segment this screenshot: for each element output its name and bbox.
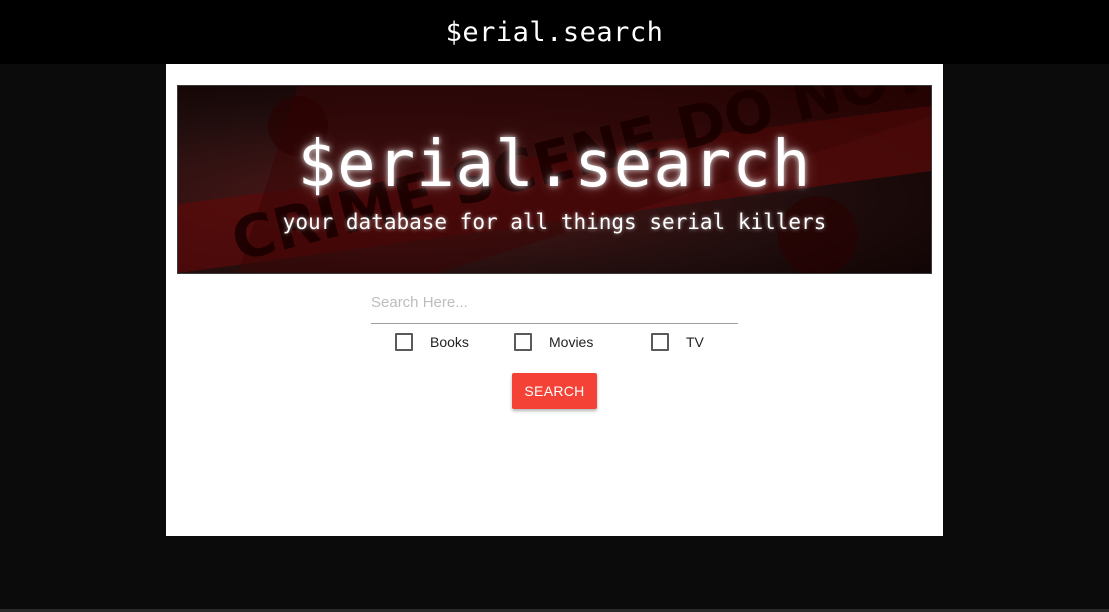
filter-tv[interactable]: TV <box>651 333 704 351</box>
tv-label[interactable]: TV <box>686 334 704 350</box>
hero-banner: CRIME SCENE DO NOT CROSS $erial.search y… <box>177 85 932 274</box>
tv-checkbox[interactable] <box>651 333 669 351</box>
search-button[interactable]: SEARCH <box>512 373 597 409</box>
banner-title: $erial.search <box>297 128 812 202</box>
books-label[interactable]: Books <box>430 334 469 350</box>
filter-books[interactable]: Books <box>395 333 469 351</box>
search-input[interactable] <box>371 286 738 318</box>
books-checkbox[interactable] <box>395 333 413 351</box>
banner-subtitle: your database for all things serial kill… <box>282 210 827 234</box>
main-card: CRIME SCENE DO NOT CROSS $erial.search y… <box>166 64 943 536</box>
movies-label[interactable]: Movies <box>549 334 593 350</box>
site-title[interactable]: $erial.search <box>446 17 664 48</box>
filter-movies[interactable]: Movies <box>514 333 593 351</box>
top-navbar: $erial.search <box>0 0 1109 64</box>
search-field <box>371 286 738 324</box>
movies-checkbox[interactable] <box>514 333 532 351</box>
